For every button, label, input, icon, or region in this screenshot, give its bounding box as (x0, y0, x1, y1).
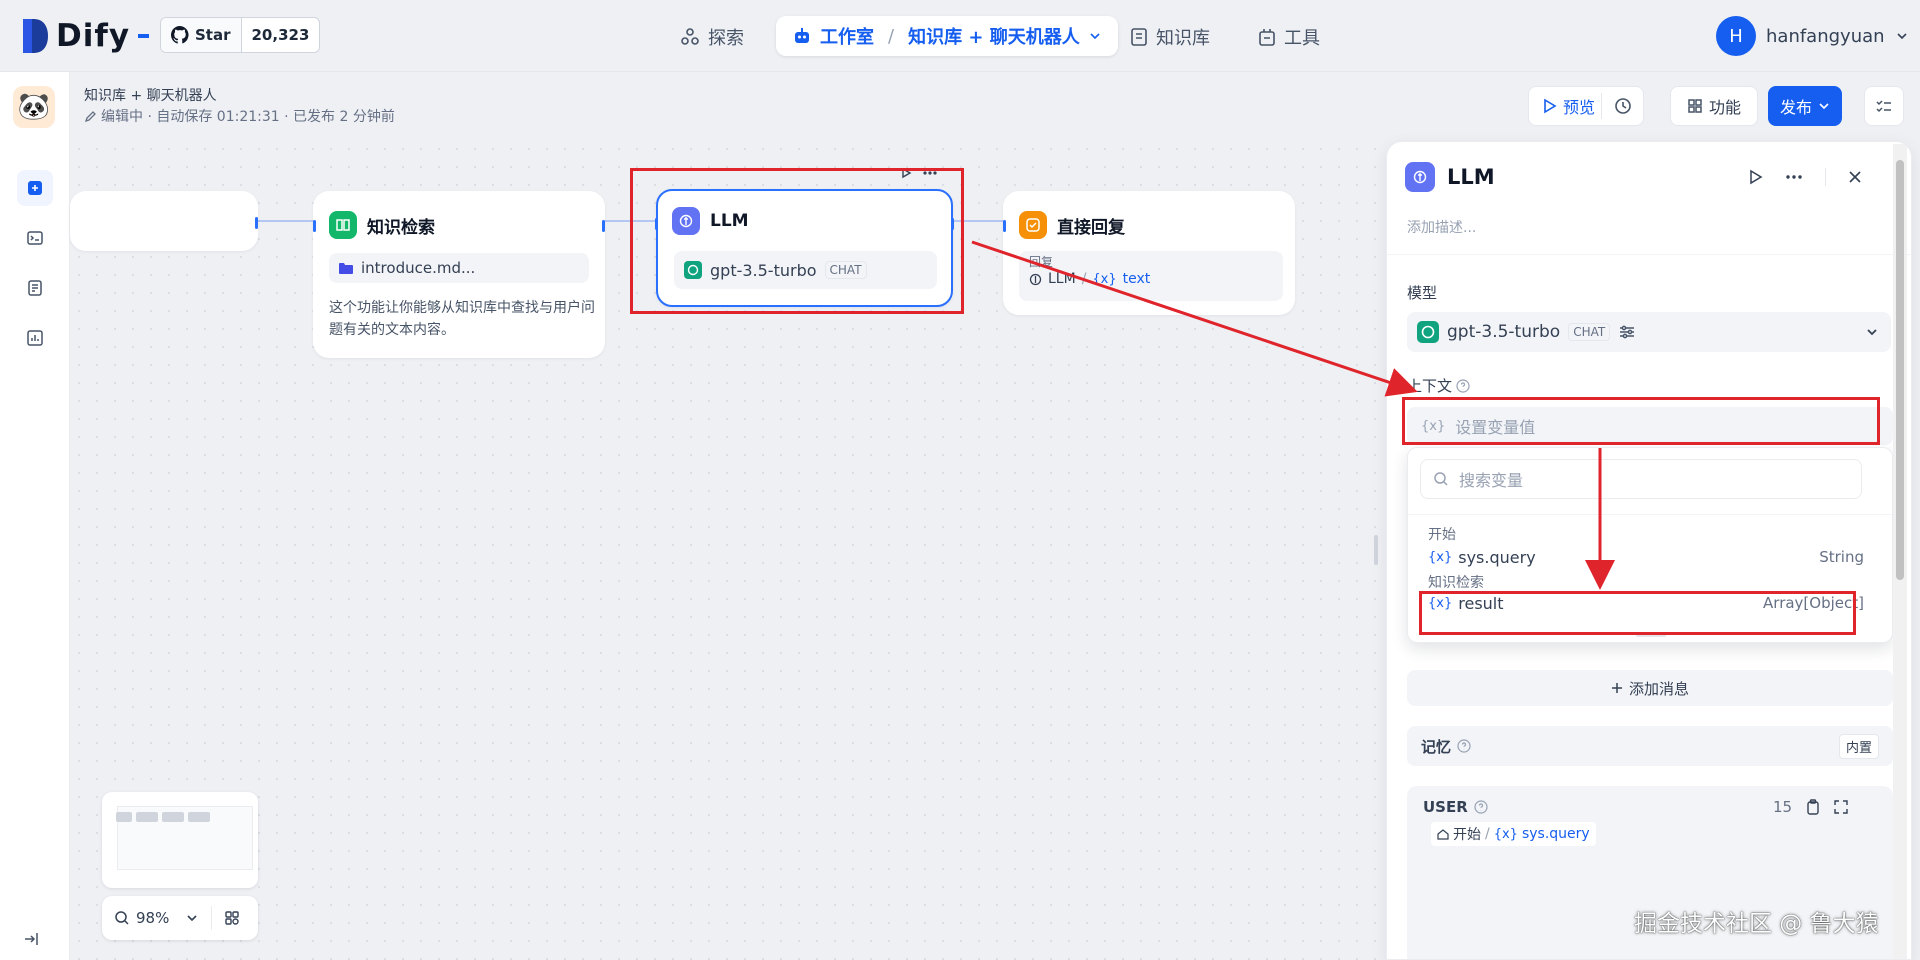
annotation-arrow-1 (971, 240, 1418, 397)
annotation-arrows (971, 240, 1615, 590)
watermark: 掘金技术社区 @ 鲁大猿 (1634, 911, 1879, 937)
